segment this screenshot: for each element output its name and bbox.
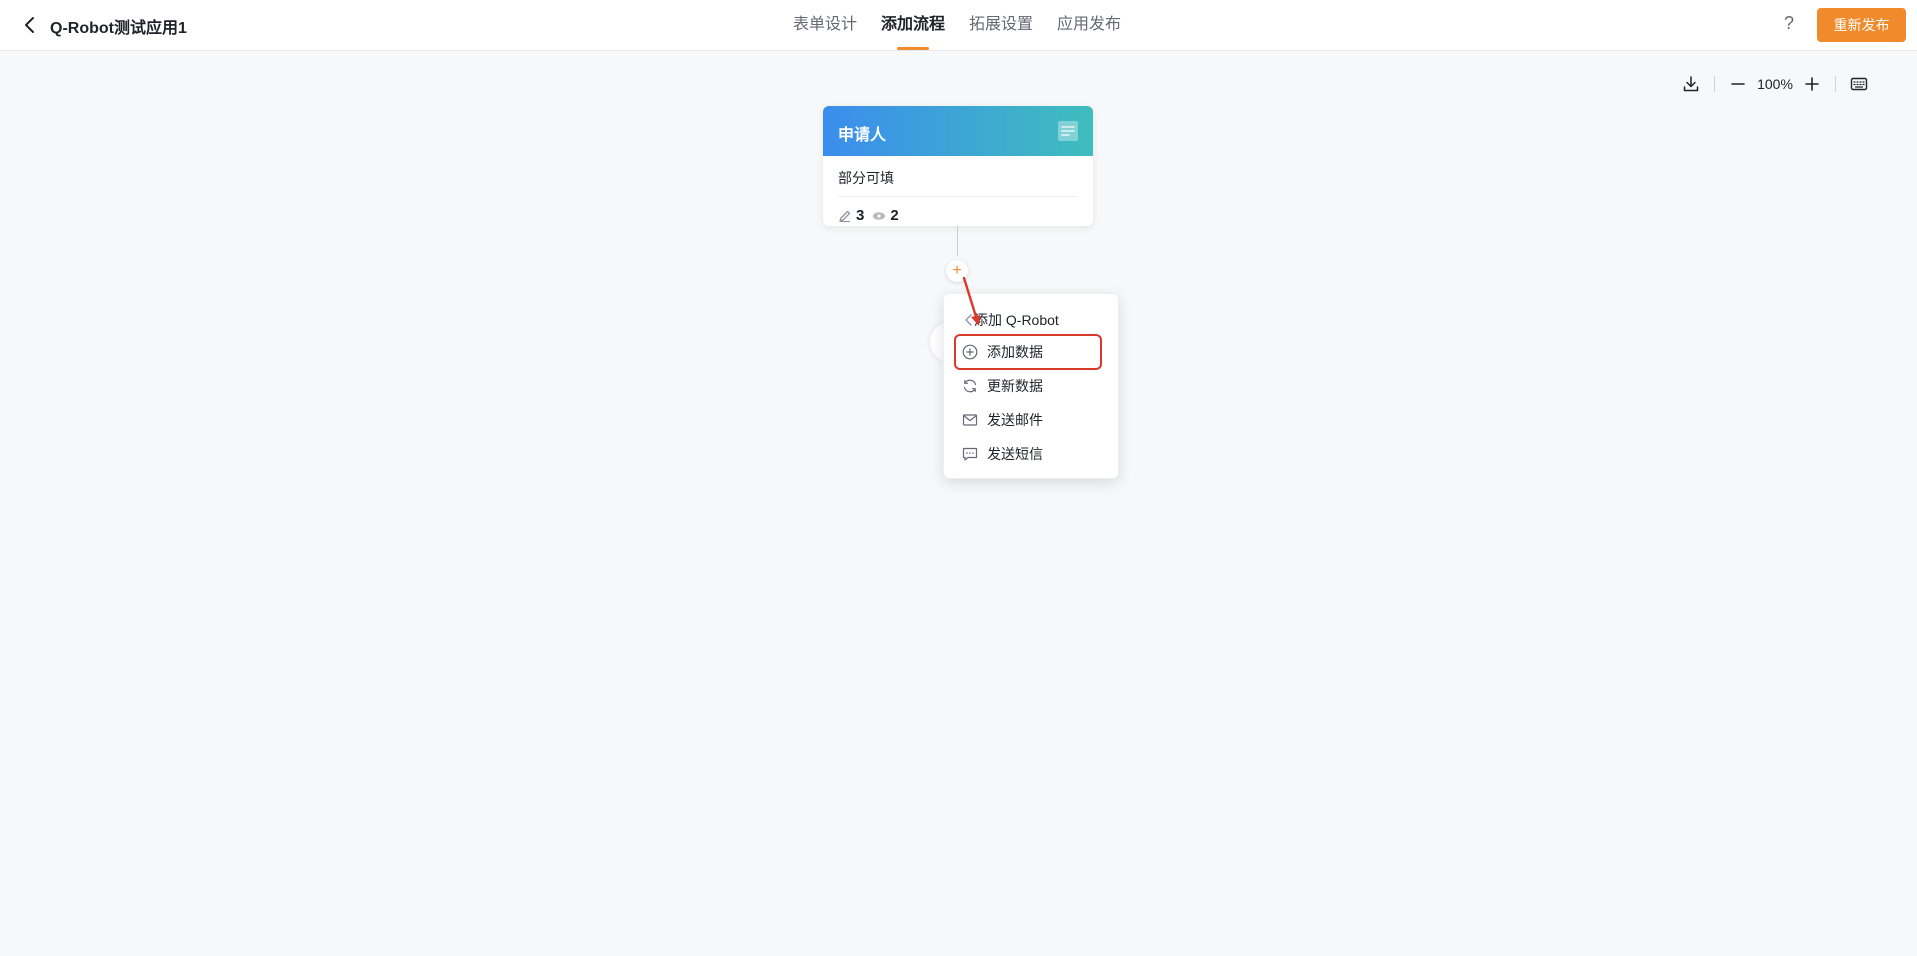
view-count: 2 bbox=[890, 207, 899, 224]
view-count-stat: 2 bbox=[872, 207, 899, 224]
pencil-icon bbox=[839, 210, 851, 222]
edit-count-stat: 3 bbox=[838, 207, 864, 224]
tab-extension-settings[interactable]: 拓展设置 bbox=[969, 0, 1033, 51]
connector-line bbox=[957, 226, 958, 256]
menu-item-send-email[interactable]: 发送邮件 bbox=[956, 404, 1100, 436]
menu-item-label: 添加数据 bbox=[987, 344, 1043, 360]
republish-button[interactable]: 重新发布 bbox=[1817, 8, 1906, 42]
menu-item-label: 发送邮件 bbox=[987, 412, 1043, 428]
refresh-icon bbox=[963, 379, 977, 393]
form-icon bbox=[1057, 120, 1079, 142]
canvas-toolbar: 100% bbox=[1678, 70, 1872, 98]
help-icon[interactable]: ? bbox=[1778, 13, 1800, 37]
toolbar-divider bbox=[1835, 76, 1836, 92]
keyboard-icon bbox=[1850, 77, 1868, 91]
menu-item-label: 发送短信 bbox=[987, 446, 1043, 462]
menu-item-add-data[interactable]: 添加数据 bbox=[954, 334, 1102, 370]
tab-bar: 表单设计 添加流程 拓展设置 应用发布 bbox=[793, 0, 1145, 51]
tab-form-design[interactable]: 表单设计 bbox=[793, 0, 857, 51]
annotation-arrow bbox=[962, 276, 980, 326]
minus-icon bbox=[1731, 83, 1745, 85]
node-stats: 3 2 bbox=[838, 207, 1078, 224]
menu-item-label: 更新数据 bbox=[987, 378, 1043, 394]
mail-icon bbox=[962, 414, 978, 426]
applicant-node[interactable]: 申请人 部分可填 3 2 bbox=[823, 106, 1093, 226]
plus-icon bbox=[1805, 77, 1819, 91]
back-button[interactable] bbox=[18, 13, 42, 37]
chevron-left-icon bbox=[25, 17, 34, 33]
menu-item-send-sms[interactable]: 发送短信 bbox=[956, 438, 1100, 470]
node-body: 部分可填 3 2 bbox=[823, 156, 1093, 224]
node-subtitle: 部分可填 bbox=[838, 168, 1078, 197]
toolbar-divider bbox=[1714, 76, 1715, 92]
tab-add-process[interactable]: 添加流程 bbox=[881, 0, 945, 51]
app-title: Q-Robot测试应用1 bbox=[50, 20, 187, 37]
eye-icon bbox=[873, 211, 886, 220]
top-header: Q-Robot测试应用1 表单设计 添加流程 拓展设置 应用发布 ? 重新发布 bbox=[0, 0, 1917, 51]
zoom-in-button[interactable] bbox=[1799, 71, 1825, 97]
zoom-out-button[interactable] bbox=[1725, 71, 1751, 97]
plus-circle-icon bbox=[962, 344, 978, 360]
menu-header-label: 添加 Q-Robot bbox=[974, 312, 1059, 328]
download-icon bbox=[1683, 76, 1699, 92]
tab-app-publish[interactable]: 应用发布 bbox=[1057, 0, 1121, 51]
node-header: 申请人 bbox=[823, 106, 1093, 156]
menu-item-update-data[interactable]: 更新数据 bbox=[956, 370, 1100, 402]
download-button[interactable] bbox=[1678, 71, 1704, 97]
keyboard-shortcuts-button[interactable] bbox=[1846, 71, 1872, 97]
zoom-level: 100% bbox=[1757, 76, 1793, 92]
message-icon bbox=[962, 447, 978, 461]
node-title: 申请人 bbox=[838, 127, 887, 144]
edit-count: 3 bbox=[856, 207, 865, 224]
